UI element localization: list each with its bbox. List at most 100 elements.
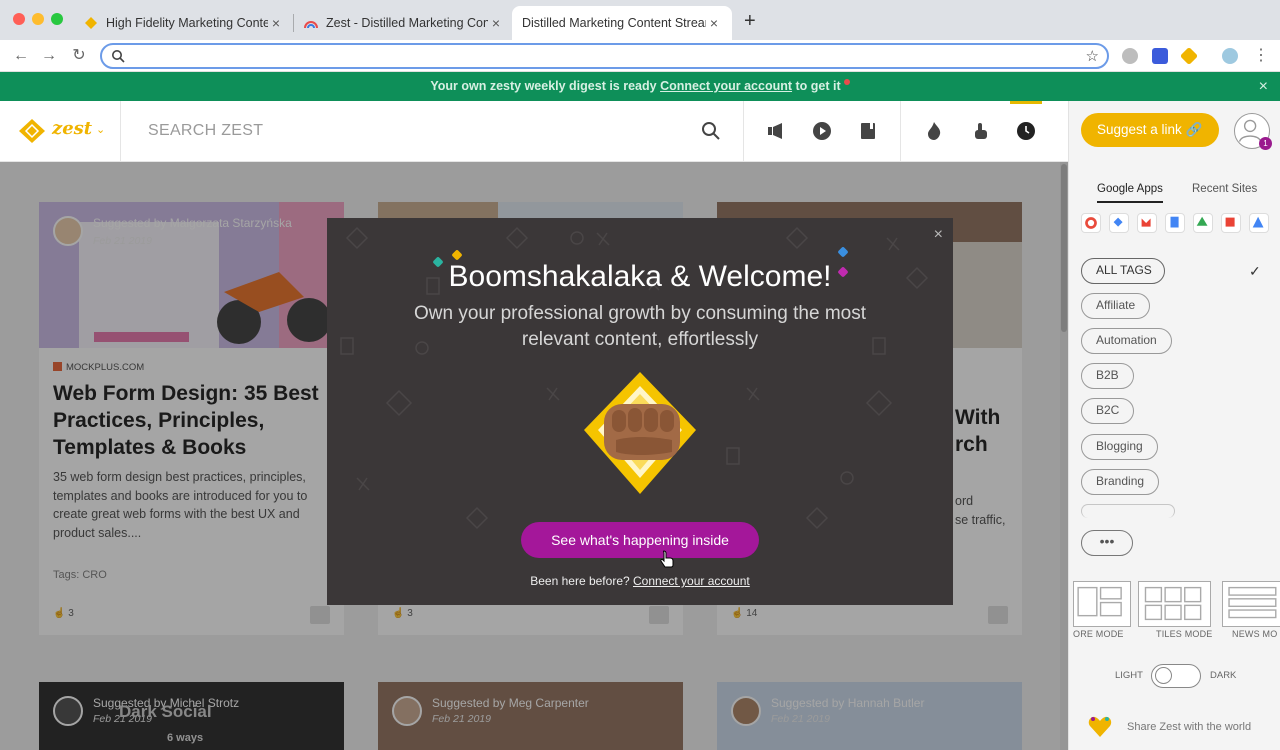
right-sidebar: Suggest a link 🔗 1 Google Apps Recent Si… [1068,101,1280,750]
tab-label: Distilled Marketing Content Stream [522,16,706,30]
share-zest-link[interactable]: Share Zest with the world [1127,721,1251,733]
see-whats-happening-button[interactable]: See what's happening inside [521,522,759,558]
tag-b2b[interactable]: B2B [1081,363,1134,389]
megaphone-icon[interactable] [765,120,787,142]
pointer-icon[interactable] [969,120,991,142]
tab-google-apps[interactable]: Google Apps [1097,183,1163,203]
more-menu-icon[interactable]: ⋮ [1250,45,1272,67]
zest-extension-icon[interactable] [1179,46,1199,66]
book-icon[interactable] [857,120,879,142]
tag-b2c[interactable]: B2C [1081,398,1135,424]
fist-bump-icon [584,372,696,494]
banner-text: Your own zesty weekly digest is ready [430,79,661,93]
explore-mode-button[interactable] [1073,581,1131,627]
tag-branding[interactable]: Branding [1081,469,1160,495]
explore-mode-label: ORE MODE [1073,629,1124,639]
google-slides-app-icon[interactable] [1221,213,1241,233]
suggest-link-label: Suggest a link [1097,122,1182,137]
banner-text-after: to get it [792,79,841,93]
welcome-modal: × Boomshakalaka & Welcome! Own your prof… [327,218,953,605]
tiles-mode-icon [1144,586,1202,621]
bookmark-star-icon[interactable]: ☆ [1086,47,1099,65]
tiles-mode-label: TILES MODE [1156,629,1213,639]
header-divider [900,101,901,162]
google-docs-app-icon[interactable] [1165,213,1185,233]
window-minimize-button[interactable] [32,13,44,25]
connect-account-link[interactable]: Connect your account [660,79,792,93]
flame-icon[interactable] [923,120,945,142]
tab-close-icon[interactable]: × [706,15,722,31]
browser-toolbar: ← → ↻ ☆ ⋮ [0,40,1280,72]
forward-arrow-icon[interactable]: → [38,45,60,67]
news-mode-icon [1228,586,1277,619]
logo-text[interactable]: zest [52,118,92,139]
tag-automation[interactable]: Automation [1081,328,1172,354]
profile-avatar-icon[interactable] [1222,48,1238,64]
k-extension-icon[interactable] [1152,48,1168,64]
search-zest-input[interactable]: SEARCH ZEST [148,122,263,140]
tag-partial[interactable] [1081,504,1175,518]
dark-theme-label: DARK [1210,670,1237,681]
play-icon[interactable] [811,120,833,142]
check-icon: ✓ [1249,263,1261,279]
chevron-down-icon[interactable]: ⌄ [96,123,105,136]
google-analytics-app-icon[interactable] [1249,213,1269,233]
zest-heart-icon [1088,716,1112,737]
light-theme-label: LIGHT [1115,670,1143,681]
google-drive-app-icon[interactable] [1193,213,1213,233]
search-icon[interactable] [700,120,722,142]
tab-close-icon[interactable]: × [488,15,504,31]
active-tab-indicator [1010,101,1042,104]
tag-blogging[interactable]: Blogging [1081,434,1158,460]
address-bar[interactable]: ☆ [100,43,1109,69]
toggle-knob [1155,667,1172,684]
header-divider [120,101,121,162]
news-mode-label: NEWS MO [1232,629,1278,639]
new-tab-button[interactable]: + [744,10,756,33]
tab-label: High Fidelity Marketing Content [106,16,268,30]
back-arrow-icon[interactable]: ← [10,45,32,67]
reload-icon[interactable]: ↻ [68,45,90,67]
cloud-extension-icon[interactable] [1122,48,1138,64]
address-input[interactable] [132,47,1072,65]
zest-logo-icon[interactable] [17,117,47,145]
modal-subtitle: Own your professional growth by consumin… [414,303,866,350]
zest-rainbow-favicon-icon [304,21,318,29]
explore-mode-icon [1077,586,1122,617]
connect-account-link[interactable]: Connect your account [633,574,750,588]
theme-toggle[interactable] [1151,664,1201,688]
clock-icon[interactable] [1015,120,1037,142]
tag-affiliate[interactable]: Affiliate [1081,293,1151,319]
more-tags-button[interactable]: ••• [1081,530,1133,556]
tag-all-tags[interactable]: ALL TAGS [1081,258,1165,284]
modal-close-icon[interactable]: × [934,226,943,244]
browser-tab-bar: High Fidelity Marketing Content × Zest -… [0,0,1280,40]
browser-tab-2[interactable]: Zest - Distilled Marketing Content × [294,6,514,40]
notification-badge: 1 [1259,137,1272,150]
tab-recent-sites[interactable]: Recent Sites [1192,183,1257,195]
pin-icon [843,79,850,85]
suggest-link-button[interactable]: Suggest a link 🔗 [1081,113,1219,147]
tab-label: Zest - Distilled Marketing Content [326,16,488,30]
tab-close-icon[interactable]: × [268,15,284,31]
news-mode-button[interactable] [1222,581,1280,627]
gmail-app-icon[interactable] [1137,213,1157,233]
modal-footer-text: Been here before? [530,574,633,588]
browser-tab-3[interactable]: Distilled Marketing Content Stream × [512,6,732,40]
app-header: zest ⌄ SEARCH ZEST [0,101,1068,162]
digest-banner: Your own zesty weekly digest is ready Co… [0,72,1280,101]
hand-cursor-icon [660,550,674,568]
search-icon [112,50,125,63]
browser-tab-1[interactable]: High Fidelity Marketing Content × [74,6,294,40]
window-maximize-button[interactable] [51,13,63,25]
link-icon: 🔗 [1185,122,1203,137]
google-chrome-app-icon[interactable] [1081,213,1101,233]
tiles-mode-button[interactable] [1138,581,1211,627]
header-divider [743,101,744,162]
modal-title: Boomshakalaka & Welcome! [448,260,832,293]
window-close-button[interactable] [13,13,25,25]
modal-footer: Been here before? Connect your account [327,574,953,588]
google-ads-app-icon[interactable] [1109,213,1129,233]
zest-favicon-icon [85,17,97,29]
banner-close-icon[interactable]: × [1259,72,1268,101]
